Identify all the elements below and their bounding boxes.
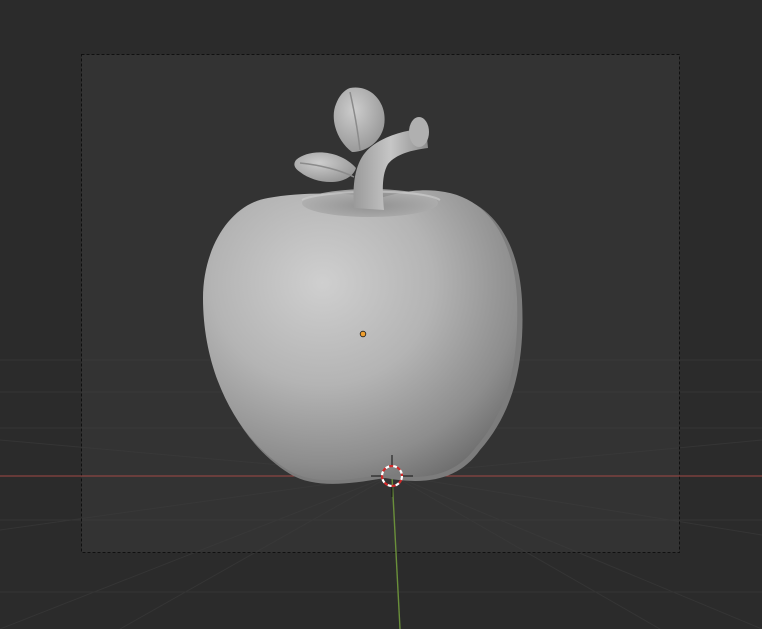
3d-viewport[interactable] bbox=[0, 0, 762, 629]
viewport-canvas[interactable] bbox=[0, 0, 762, 629]
object-origin[interactable] bbox=[359, 330, 367, 338]
